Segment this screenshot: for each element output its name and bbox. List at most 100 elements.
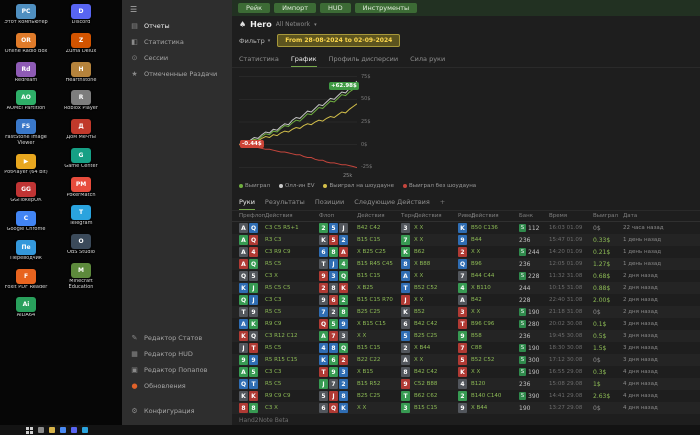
hand-row[interactable]: A4C3 R9 C968AX B25 C25KB622X XS24414:20 … [232,246,700,258]
series-line [239,81,357,145]
desktop-icon[interactable]: FFoxit PDF Reader [2,269,50,291]
turn-actions: C52 B88 [414,381,458,387]
desktop-icon-label: Minecraft Education [57,279,105,291]
flop-actions: B15 R45 C45 [357,261,401,267]
desktop-icon[interactable]: OOBS Studio [57,234,105,256]
filter-button[interactable]: Фильтр ▾ [239,37,270,45]
hands-tab-Позиции[interactable]: Позиции [315,197,344,210]
date-range-button[interactable]: From 28-08-2024 to 02-09-2024 [277,34,400,47]
flop-cards: J72 [319,379,357,389]
taskbar[interactable] [0,425,700,435]
desktop-icon[interactable]: OROnline Radio Box [2,33,50,55]
pot-cell: 236 [519,261,549,268]
card-Qs: Q [249,331,258,341]
desktop-icon[interactable]: ПеПереводчик [2,240,50,262]
desktop-icon-label: Foxit PDF Reader [2,285,50,291]
flop-cards: 68A [319,247,357,257]
search-taskbar-icon[interactable] [38,427,44,433]
menu-button-Инструменты[interactable]: Инструменты [355,3,418,13]
desktop-icon[interactable]: TTelegram [57,205,105,227]
view-tab-Профиль дисперсии[interactable]: Профиль дисперсии [329,53,399,67]
pot-value: 244 [528,249,539,256]
legend-item: Выиграл без шоудауна [403,183,476,189]
hands-tab-Руки[interactable]: Руки [239,197,255,210]
sidebar-item-reports[interactable]: ▤Отчеты [122,18,232,34]
desktop-icon[interactable]: ДДом Мечты [57,119,105,141]
card-2h: 2 [319,283,328,293]
desktop-icon[interactable]: CGoogle Chrome [2,211,50,233]
desktop-icon[interactable]: FSFastStone Image Viewer [2,119,50,147]
hud-editor-icon: ▦ [130,350,139,358]
add-tab-button[interactable]: + [440,197,445,210]
card-2h: 2 [458,247,467,257]
hand-row[interactable]: KKR9 C9 C95J8B25 C25TB62 C622B140 C140S3… [232,390,700,402]
hand-row[interactable]: AKR9 C9Q59X B15 C156B42 C42TB96 C96S2802… [232,318,700,330]
view-tab-Статистика[interactable]: Статистика [239,53,279,67]
sidebar-item-popup-editor[interactable]: ▣Редактор Попапов [122,362,232,378]
card-6h: 6 [329,295,338,305]
preflop-cards: AQ [239,235,265,245]
player-selector[interactable]: ♠ Hero All Network ▾ [232,16,700,31]
hands-tab-Результаты[interactable]: Результаты [265,197,305,210]
hand-row[interactable]: QTR5 C5J72B15 R529C52 B884B12023615:08 2… [232,378,700,390]
hand-row[interactable]: Q5C3 X93QB15 C15AX X7B44 C44S22811:32 31… [232,270,700,282]
app-icon: D [71,4,91,19]
desktop-icon[interactable]: PMPokerMatch [57,177,105,199]
sidebar-item-statistics[interactable]: ◧Статистика [122,34,232,50]
hand-row[interactable]: 88C3 X6QKX X3B15 C159X B4419013:27 29.08… [232,402,700,414]
sidebar-item-marked-hands[interactable]: ★Отмеченные Раздачи [122,66,232,82]
desktop-icon[interactable]: RRoblox Player [57,90,105,112]
desktop-icon[interactable]: ▶PotPlayer (64 bit) [2,154,50,176]
hand-row[interactable]: A5C3 C3T93X B158B42 C42KX XS19016:55 29.… [232,366,700,378]
menu-button-HUD[interactable]: HUD [320,3,351,13]
hand-age: 2 дня назад [623,273,700,279]
turn-card: T [401,283,414,293]
card-5d: 5 [329,223,338,233]
menu-toggle-icon[interactable]: ☰ [122,3,232,18]
menu-button-Импорт[interactable]: Импорт [274,3,316,13]
desktop-icon[interactable]: GGame Center [57,148,105,170]
sidebar-item-configuration[interactable]: ⚙Конфигурация [122,403,232,419]
hand-row[interactable]: QJC3 C3962B15 C15 R70JX XAB4222822:40 31… [232,294,700,306]
desktop-icon[interactable]: RdRedream [2,62,50,84]
hand-row[interactable]: AQR5 C5TJ4B15 R45 C458X B88QB9623612:05 … [232,258,700,270]
desktop-icon[interactable]: HHearthstone [57,62,105,84]
explorer-taskbar-icon[interactable] [49,427,55,433]
sidebar-item-hud-editor[interactable]: ▦Редактор HUD [122,346,232,362]
river-actions: B120 [471,381,519,387]
sidebar-item-updates[interactable]: ●Обновления [122,378,232,394]
card-2c: 2 [339,295,348,305]
hand-row[interactable]: AQR3 C3K52B15 C157X X9B4423615:47 01.090… [232,234,700,246]
desktop-icon[interactable]: MMinecraft Education [57,263,105,291]
view-tab-Сила руки[interactable]: Сила руки [410,53,445,67]
sidebar-item-sessions[interactable]: ⊙Сессии [122,50,232,66]
hand-row[interactable]: T9R5 C5728B25 C25KB523X XS19021:18 31.08… [232,306,700,318]
start-button-icon[interactable] [26,427,33,434]
reports-icon: ▤ [130,22,139,30]
flop-actions: X B25 C25 [357,249,401,255]
desktop-icon[interactable]: GGGGПокерОК [2,182,50,204]
desktop-icon[interactable]: AOAOMEI Partition [2,90,50,112]
view-tab-График[interactable]: График [291,53,317,67]
desktop-icon[interactable]: AiAIDA64 [2,297,50,319]
sidebar: ☰ ▤Отчеты◧Статистика⊙Сессии★Отмеченные Р… [122,0,232,425]
column-header: Время [549,213,593,219]
hand-row[interactable]: 99R5 R15 C15K62B22 C22AX X5B52 C52S30017… [232,354,700,366]
sidebar-item-stats-editor[interactable]: ✎Редактор Статов [122,330,232,346]
desktop-icon[interactable]: PCЭтот компьютер [2,4,50,26]
pot-cell: S190 [519,308,549,316]
hand-row[interactable]: AQC3 C5 R5+125JB42 C423X XKB50 C136S1121… [232,222,700,234]
hand-row[interactable]: KJR5 C5 C528KX B25TB52 C524X B11024410:1… [232,282,700,294]
discord-taskbar-icon[interactable] [71,427,77,433]
chrome-taskbar-icon[interactable] [60,427,66,433]
card-Jc: J [249,283,258,293]
desktop-icon[interactable]: ZZuma Delux [57,33,105,55]
hand-row[interactable]: KQC3 R12 C12A73X X5B25 C259B5823619:45 3… [232,330,700,342]
hand-row[interactable]: JTR5 C548QB15 C152X B447C88S19018:30 30.… [232,342,700,354]
menu-button-Рейк[interactable]: Рейк [238,3,270,13]
card-4h: 4 [249,247,258,257]
hands-tab-Следующие Действия[interactable]: Следующие Действия [354,197,430,210]
current-value-badge: +62.98$ [329,82,359,90]
telegram-taskbar-icon[interactable] [82,427,88,433]
desktop-icon[interactable]: DDiscord [57,4,105,26]
